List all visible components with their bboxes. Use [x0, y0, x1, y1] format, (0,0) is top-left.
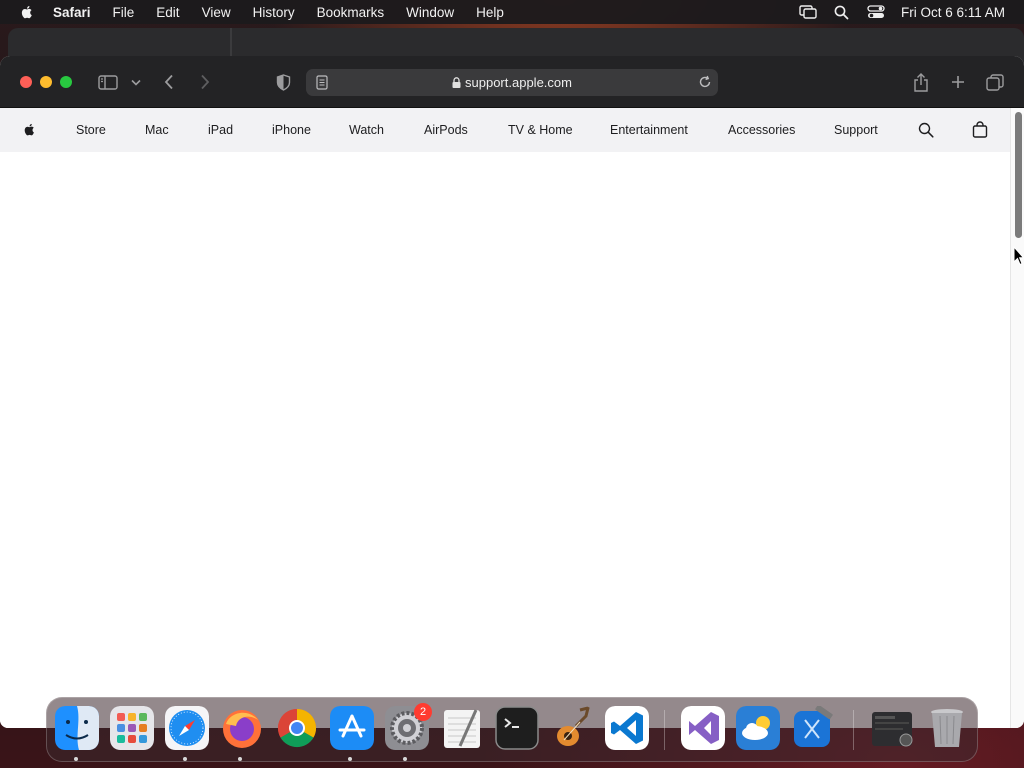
minimize-window-button[interactable] [40, 76, 52, 88]
search-icon[interactable] [918, 122, 934, 138]
sidebar-icon [98, 74, 118, 90]
reload-icon[interactable] [698, 75, 712, 89]
chevron-down-icon [131, 79, 141, 86]
running-indicator-firefox [238, 757, 242, 761]
tab-overview-button[interactable] [985, 70, 1005, 94]
menu-help[interactable]: Help [476, 5, 504, 20]
nav-item-store[interactable]: Store [76, 123, 106, 137]
plus-icon [952, 76, 964, 88]
dock-separator [664, 710, 665, 750]
apple-logo-icon[interactable] [22, 121, 37, 138]
vertical-scrollbar[interactable] [1010, 108, 1024, 728]
spotlight-search-icon[interactable] [833, 4, 851, 20]
menu-app-safari[interactable]: Safari [53, 5, 91, 20]
share-button[interactable] [912, 70, 930, 94]
nav-item-airpods[interactable]: AirPods [424, 123, 468, 137]
safari-icon [165, 706, 209, 750]
tab-groups-button[interactable] [129, 70, 143, 94]
xcode-icon [794, 706, 833, 747]
tab-overview-icon [986, 73, 1004, 91]
safari-toolbar: support.apple.com [0, 56, 1024, 108]
address-bar[interactable]: support.apple.com [306, 69, 718, 96]
dock-garageband[interactable] [550, 706, 594, 750]
dock [46, 697, 978, 762]
menu-edit[interactable]: Edit [156, 5, 179, 20]
nav-item-watch[interactable]: Watch [349, 123, 384, 137]
back-button[interactable] [160, 70, 178, 94]
running-indicator-safari [183, 757, 187, 761]
dock-textedit[interactable] [440, 706, 484, 750]
running-indicator-app-store [348, 757, 352, 761]
new-tab-button[interactable] [949, 70, 967, 94]
nav-item-mac[interactable]: Mac [145, 123, 169, 137]
sidebar-toggle-button[interactable] [97, 70, 119, 94]
dock-terminal[interactable] [495, 706, 539, 750]
menu-file[interactable]: File [113, 5, 135, 20]
textedit-icon [444, 709, 480, 748]
menu-bar: Safari File Edit View History Bookmarks … [0, 0, 1024, 24]
scrollbar-thumb[interactable] [1015, 112, 1022, 238]
safari-window: support.apple.com Store Mac iPad iPhone … [0, 56, 1024, 728]
dock-firefox[interactable] [220, 706, 264, 750]
dock-visual-studio[interactable] [681, 706, 725, 750]
nav-item-tv-home[interactable]: TV & Home [508, 123, 573, 137]
apple-global-nav: Store Mac iPad iPhone Watch AirPods TV &… [0, 108, 1010, 152]
dock-vscode[interactable] [605, 706, 649, 750]
running-indicator-finder [74, 757, 78, 761]
control-center-icon[interactable] [867, 4, 885, 20]
terminal-icon [495, 706, 539, 750]
running-indicator-system-settings [403, 757, 407, 761]
dock-finder[interactable] [55, 706, 99, 750]
dock-safari[interactable] [165, 706, 209, 750]
url-text: support.apple.com [465, 75, 572, 90]
apple-menu-icon[interactable] [19, 4, 35, 20]
page-content [0, 152, 1010, 728]
chevron-left-icon [164, 74, 173, 90]
firefox-icon [223, 710, 261, 748]
dock-weather[interactable] [736, 706, 780, 750]
privacy-report-button[interactable] [273, 70, 293, 94]
dock-xcode[interactable] [791, 706, 835, 750]
menu-history[interactable]: History [253, 5, 295, 20]
nav-item-entertainment[interactable]: Entertainment [610, 123, 688, 137]
downloads-folder-icon [872, 712, 913, 747]
chrome-icon [277, 708, 317, 748]
shopping-bag-icon[interactable] [972, 121, 988, 138]
nav-item-iphone[interactable]: iPhone [272, 123, 311, 137]
system-settings-badge: 2 [414, 703, 432, 721]
mouse-cursor-icon [1013, 246, 1024, 266]
nav-item-support[interactable]: Support [834, 123, 878, 137]
zoom-window-button[interactable] [60, 76, 72, 88]
finder-icon [55, 706, 99, 750]
dock-separator-2 [853, 710, 854, 750]
shield-icon [276, 73, 290, 91]
dock-downloads-stack[interactable] [870, 706, 914, 750]
app-store-icon [330, 706, 374, 750]
menu-bookmarks[interactable]: Bookmarks [317, 5, 385, 20]
nav-item-accessories[interactable]: Accessories [728, 123, 795, 137]
vscode-icon [605, 706, 649, 750]
visual-studio-icon [681, 706, 725, 750]
dock-chrome[interactable] [275, 706, 319, 750]
screen-mirroring-icon[interactable] [799, 4, 817, 20]
launchpad-icon [110, 706, 154, 750]
menu-window[interactable]: Window [406, 5, 454, 20]
nav-item-ipad[interactable]: iPad [208, 123, 233, 137]
background-window-divider [230, 28, 232, 58]
weather-icon [736, 706, 780, 750]
menubar-clock[interactable]: Fri Oct 6 6:11 AM [901, 5, 1005, 20]
guitar-icon [557, 706, 591, 746]
share-icon [914, 72, 928, 92]
dock-trash[interactable] [925, 706, 969, 750]
chevron-right-icon [201, 74, 210, 90]
forward-button[interactable] [196, 70, 214, 94]
lock-icon [452, 77, 461, 88]
dock-launchpad[interactable] [110, 706, 154, 750]
trash-icon [931, 709, 963, 747]
dock-app-store[interactable] [330, 706, 374, 750]
url-display[interactable]: support.apple.com [306, 75, 718, 90]
close-window-button[interactable] [20, 76, 32, 88]
menu-view[interactable]: View [202, 5, 231, 20]
